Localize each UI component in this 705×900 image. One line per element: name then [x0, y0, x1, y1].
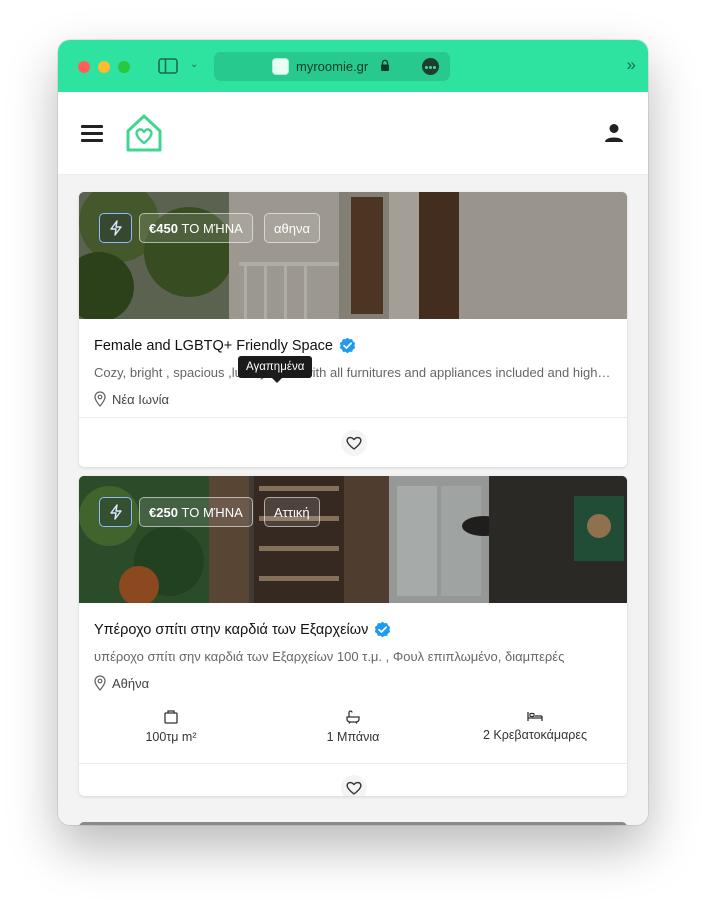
location-pin-icon: [94, 391, 106, 407]
listing-location: Αθήνα: [94, 675, 149, 691]
listing-photo[interactable]: €250 ΤΟ ΜΉΝΑ Αττική: [79, 476, 627, 603]
price-suffix: ΤΟ ΜΉΝΑ: [181, 505, 243, 520]
bedrooms-value: 2 Κρεβατοκάμαρες: [482, 728, 588, 742]
url-text: myroomie.gr: [296, 59, 369, 74]
listing-title-row[interactable]: Υπέροχο σπίτι στην καρδιά των Εξαρχείων: [94, 621, 391, 638]
region-badge: Αττική: [264, 497, 320, 527]
address-bar[interactable]: myroomie.gr: [214, 52, 450, 81]
bathrooms-value: 1 Μπάνια: [326, 730, 380, 744]
favorites-tooltip: Αγαπημένα: [238, 356, 313, 383]
bedrooms-feature: 2 Κρεβατοκάμαρες: [455, 710, 615, 742]
listing-photo[interactable]: €450 ΤΟ ΜΉΝΑ αθηνα: [79, 192, 627, 319]
price-badge: €450 ΤΟ ΜΉΝΑ: [139, 213, 253, 243]
bath-icon: [346, 710, 360, 724]
favorite-button[interactable]: [341, 430, 367, 456]
price-suffix: ΤΟ ΜΉΝΑ: [181, 221, 243, 236]
house-heart-logo[interactable]: [122, 112, 166, 154]
lightning-icon: [110, 504, 122, 520]
page-menu-button[interactable]: [422, 58, 439, 75]
close-window-button[interactable]: [78, 61, 90, 73]
browser-window: ⌄ myroomie.gr » €450 ΤΟ ΜΉΝΑ αθηνα Femal…: [58, 40, 648, 825]
card-divider: [79, 763, 627, 764]
listing-description: υπέροχο σπίτι σην καρδιά των Εξαρχείων 1…: [94, 649, 565, 664]
listing-title-row[interactable]: Female and LGBTQ+ Friendly Space: [94, 337, 356, 354]
toolbar-overflow-icon[interactable]: »: [627, 55, 636, 75]
area-icon: [164, 710, 178, 724]
listing-description: Cozy, bright , spacious ,luxury room wit…: [94, 365, 614, 380]
hamburger-icon[interactable]: [81, 125, 103, 142]
location-text: Αθήνα: [112, 675, 150, 691]
lightning-icon: [110, 220, 122, 236]
heart-icon: [346, 781, 362, 795]
price-value: €450: [149, 221, 178, 236]
location-text: Νέα Ιωνία: [112, 391, 169, 407]
price-badge: €250 ΤΟ ΜΉΝΑ: [139, 497, 253, 527]
verified-icon: [375, 621, 391, 638]
site-header: [58, 92, 648, 175]
instant-badge: [99, 213, 132, 243]
location-pin-icon: [94, 675, 106, 691]
instant-badge: [99, 497, 132, 527]
lock-icon: [381, 59, 389, 71]
listings-feed: €450 ΤΟ ΜΉΝΑ αθηνα Female and LGBTQ+ Fri…: [58, 175, 648, 825]
bed-icon: [527, 712, 543, 721]
favorite-button[interactable]: [341, 775, 367, 796]
region-badge: αθηνα: [264, 213, 320, 243]
browser-toolbar: ⌄ myroomie.gr »: [58, 40, 648, 92]
listing-card[interactable]: €250 ΤΟ ΜΉΝΑ Αττική Υπέροχο σπίτι στην κ…: [79, 476, 627, 796]
site-favicon-icon: [272, 58, 289, 75]
maximize-window-button[interactable]: [118, 61, 130, 73]
chevron-down-icon[interactable]: ⌄: [190, 59, 198, 70]
bathrooms-feature: 1 Μπάνια: [273, 710, 433, 744]
listing-card-partial[interactable]: [79, 822, 627, 825]
minimize-window-button[interactable]: [98, 61, 110, 73]
listing-card[interactable]: €450 ΤΟ ΜΉΝΑ αθηνα Female and LGBTQ+ Fri…: [79, 192, 627, 467]
listing-location: Νέα Ιωνία: [94, 391, 169, 407]
area-feature: 100τμ m²: [91, 710, 251, 744]
card-divider: [79, 417, 627, 418]
verified-icon: [339, 337, 356, 354]
price-value: €250: [149, 505, 178, 520]
listing-title[interactable]: Υπέροχο σπίτι στην καρδιά των Εξαρχείων: [94, 622, 368, 638]
sidebar-toggle-icon[interactable]: [158, 58, 178, 74]
listing-title[interactable]: Female and LGBTQ+ Friendly Space: [94, 338, 333, 354]
area-value: 100τμ m²: [145, 730, 197, 744]
user-icon[interactable]: [604, 123, 624, 143]
heart-icon: [346, 436, 362, 450]
